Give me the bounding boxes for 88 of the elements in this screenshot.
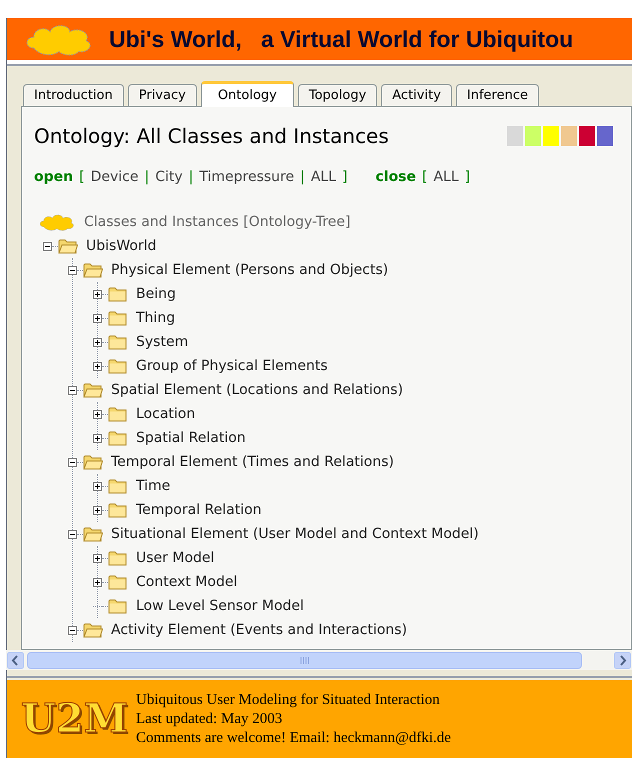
tree-node-label[interactable]: Being — [136, 284, 176, 304]
tree-node-label[interactable]: Location — [136, 404, 196, 424]
color-swatch[interactable] — [561, 126, 577, 146]
folder-icon — [108, 550, 128, 566]
expand-icon[interactable] — [93, 314, 102, 322]
filter-link[interactable]: Device — [90, 167, 138, 188]
tree-node-label[interactable]: User Model — [136, 548, 214, 568]
separator-mark: ] — [464, 168, 470, 187]
tree-node-label[interactable]: Low Level Sensor Model — [136, 596, 304, 616]
collapse-icon[interactable] — [68, 386, 77, 394]
folder-icon — [108, 286, 128, 302]
separator-mark: [ — [422, 168, 428, 187]
collapse-icon[interactable] — [68, 626, 77, 634]
expand-icon[interactable] — [93, 554, 102, 562]
expand-icon[interactable] — [93, 434, 102, 442]
action-label: close — [375, 168, 416, 187]
tree-node-label[interactable]: Spatial Element (Locations and Relations) — [111, 380, 404, 400]
tree-node-label[interactable]: Temporal Relation — [136, 500, 262, 520]
filter-link[interactable]: ALL — [433, 167, 459, 188]
tree-node-label[interactable]: UbisWorld — [86, 236, 156, 256]
page-heading: Ontology: All Classes and Instances — [34, 123, 389, 150]
open-folder-icon — [83, 382, 103, 398]
u2m-logo: U2M — [21, 699, 128, 739]
separator-mark: | — [188, 168, 194, 187]
tab[interactable]: Activity — [381, 84, 452, 106]
folder-icon — [108, 334, 128, 350]
separator-mark: [ — [79, 168, 85, 187]
expand-icon[interactable] — [93, 578, 102, 586]
expand-icon[interactable] — [93, 362, 102, 370]
color-swatch[interactable] — [525, 126, 541, 146]
open-folder-icon — [58, 238, 78, 254]
folder-icon — [108, 310, 128, 326]
site-title: Ubi's World, a Virtual World for Ubiquitou — [109, 24, 574, 54]
tree-node-label[interactable]: Thing — [136, 308, 176, 328]
filter-link[interactable]: ALL — [310, 167, 336, 188]
expand-icon[interactable] — [93, 290, 102, 298]
footer-text: Ubiquitous User Modeling for Situated Interaction — [136, 690, 441, 710]
horizontal-scrollbar[interactable] — [6, 650, 632, 670]
color-swatch[interactable] — [543, 126, 559, 146]
tree-node-label[interactable]: Activity Element (Events and Interactions) — [111, 620, 408, 640]
color-swatch[interactable] — [579, 126, 595, 146]
color-swatch[interactable] — [507, 126, 523, 146]
collapse-icon[interactable] — [68, 266, 77, 274]
tree-node-label[interactable]: Situational Element (User Model and Context Model) — [111, 524, 479, 544]
scrollbar-thumb[interactable] — [27, 652, 582, 668]
tab[interactable]: Inference — [456, 84, 539, 106]
folder-icon — [108, 574, 128, 590]
folder-icon — [108, 598, 128, 614]
scroll-left-icon[interactable] — [7, 652, 24, 668]
collapse-icon[interactable] — [43, 242, 52, 250]
tab[interactable]: Topology — [298, 84, 378, 106]
action-label: open — [34, 168, 74, 187]
folder-icon — [108, 358, 128, 374]
expand-icon[interactable] — [93, 410, 102, 418]
open-folder-icon — [83, 262, 103, 278]
tab[interactable]: Privacy — [128, 84, 197, 106]
color-swatch[interactable] — [597, 126, 613, 146]
separator-mark: ] — [342, 168, 348, 187]
tree-node-label[interactable]: Group of Physical Elements — [136, 356, 328, 376]
collapse-icon[interactable] — [68, 458, 77, 466]
open-folder-icon — [83, 622, 103, 638]
tab[interactable]: Introduction — [23, 84, 124, 106]
footer-text: Last updated: May 2003 — [136, 710, 284, 728]
folder-icon — [108, 406, 128, 422]
separator-mark: | — [300, 168, 305, 187]
tab[interactable]: Ontology — [200, 81, 294, 107]
filter-link[interactable]: City — [155, 167, 183, 188]
collapse-icon[interactable] — [68, 530, 77, 538]
tree-node-label[interactable]: Temporal Element (Times and Relations) — [111, 452, 394, 472]
folder-icon — [108, 478, 128, 494]
tree-node-label[interactable]: Physical Element (Persons and Objects) — [111, 260, 388, 280]
filter-link[interactable]: Timepressure — [199, 167, 294, 188]
tree-node-label[interactable]: Time — [136, 476, 170, 496]
tree-node-label[interactable]: System — [136, 332, 188, 352]
expand-icon[interactable] — [93, 338, 102, 346]
footer-text: Comments are welcome! Email: heckmann@dfki.de — [136, 728, 451, 748]
cloud-icon — [38, 212, 76, 232]
folder-icon — [108, 430, 128, 446]
open-folder-icon — [83, 526, 103, 542]
tree-root-label: Classes and Instances [Ontology-Tree] — [84, 212, 350, 232]
separator-mark: | — [144, 168, 150, 187]
expand-icon[interactable] — [93, 482, 102, 490]
tree-node-label[interactable]: Context Model — [136, 572, 238, 592]
open-folder-icon — [83, 454, 103, 470]
tree-node-label[interactable]: Spatial Relation — [136, 428, 246, 448]
folder-icon — [108, 502, 128, 518]
scroll-right-icon[interactable] — [614, 652, 631, 668]
expand-icon[interactable] — [93, 506, 102, 514]
